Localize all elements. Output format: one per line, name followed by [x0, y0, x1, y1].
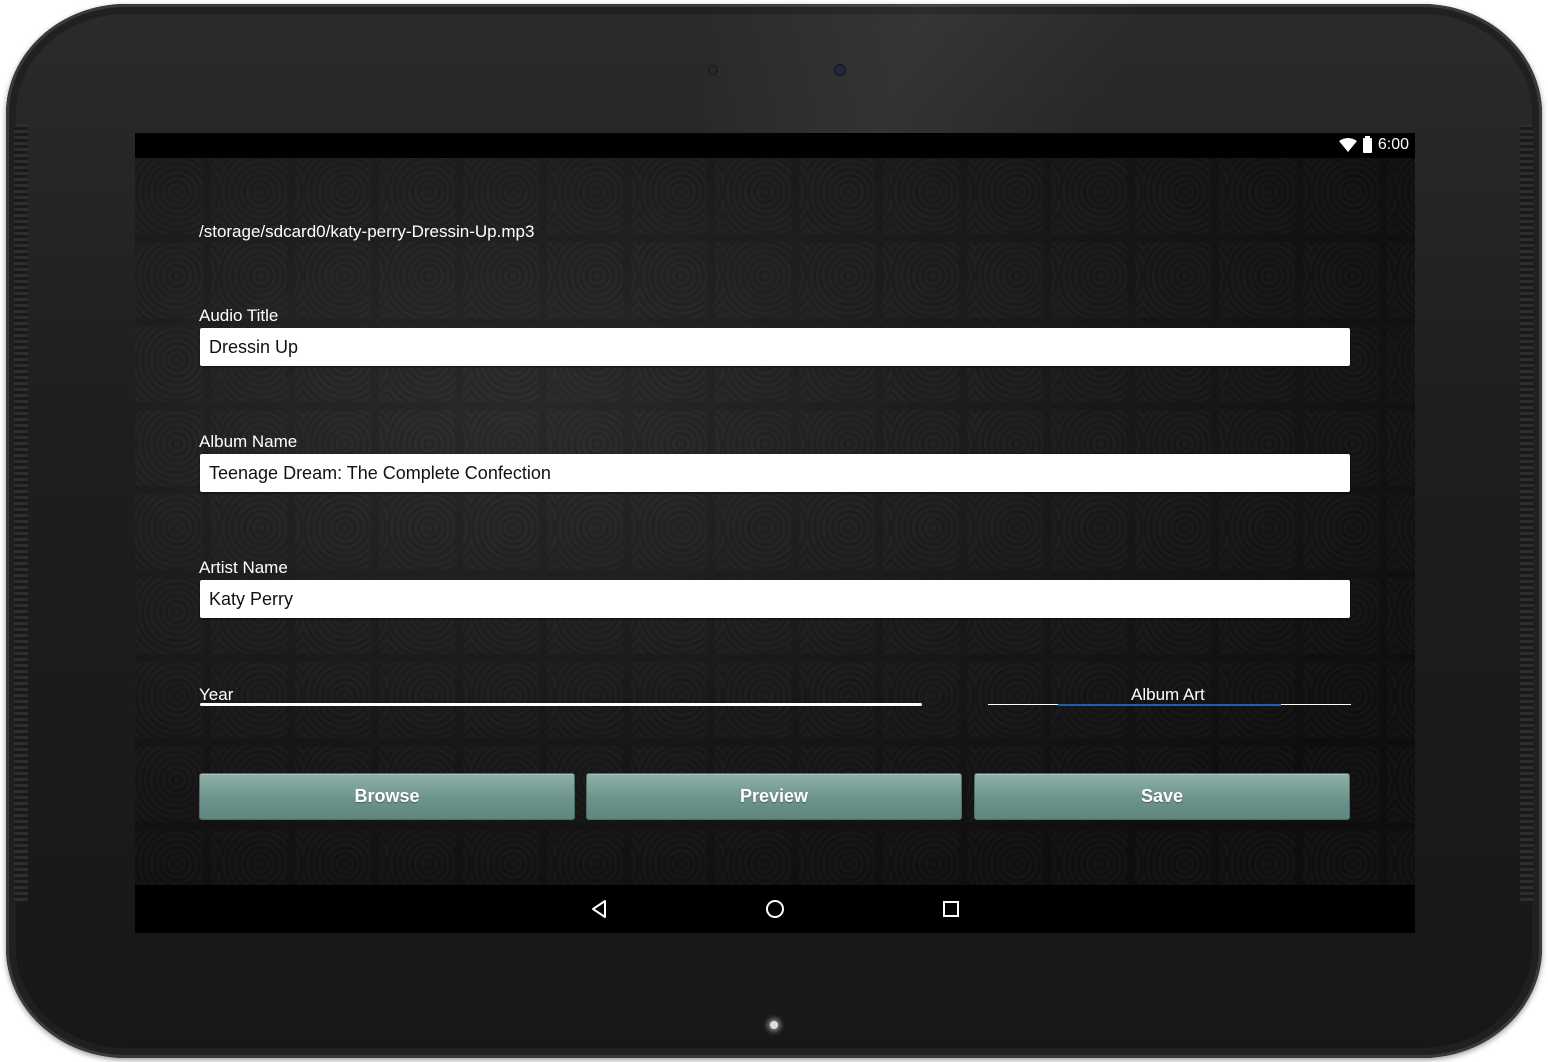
navigation-bar	[135, 885, 1415, 933]
album-name-input[interactable]	[200, 454, 1350, 492]
light-sensor	[708, 65, 718, 75]
bezel-highlight	[706, 4, 1206, 144]
battery-icon	[1362, 135, 1372, 153]
save-button[interactable]: Save	[974, 773, 1350, 820]
recent-apps-icon[interactable]	[939, 897, 963, 921]
album-art-label: Album Art	[1131, 685, 1205, 704]
status-bar: 6:00	[135, 133, 1415, 158]
device-screen: 6:00 /storage/sdcard0/katy-perry-Dressin…	[135, 133, 1415, 933]
album-name-label: Album Name	[199, 432, 298, 451]
tag-editor-panel: /storage/sdcard0/katy-perry-Dressin-Up.m…	[135, 158, 1415, 885]
wifi-icon	[1338, 138, 1357, 152]
year-input[interactable]	[200, 703, 922, 706]
preview-button[interactable]: Preview	[586, 773, 962, 820]
artist-name-label: Artist Name	[199, 558, 288, 577]
home-icon[interactable]	[763, 897, 787, 921]
right-speaker-grille	[1520, 124, 1534, 904]
front-camera	[834, 64, 846, 76]
artist-name-input[interactable]	[200, 580, 1350, 618]
left-speaker-grille	[14, 124, 28, 904]
audio-title-label: Audio Title	[199, 306, 279, 325]
status-time: 6:00	[1377, 136, 1409, 153]
file-path: /storage/sdcard0/katy-perry-Dressin-Up.m…	[199, 222, 535, 241]
back-icon[interactable]	[587, 897, 611, 921]
album-art-focus-indicator	[1058, 704, 1281, 706]
year-label: Year	[199, 685, 234, 704]
notification-led	[770, 1021, 778, 1029]
browse-button[interactable]: Browse	[199, 773, 575, 820]
audio-title-input[interactable]	[200, 328, 1350, 366]
